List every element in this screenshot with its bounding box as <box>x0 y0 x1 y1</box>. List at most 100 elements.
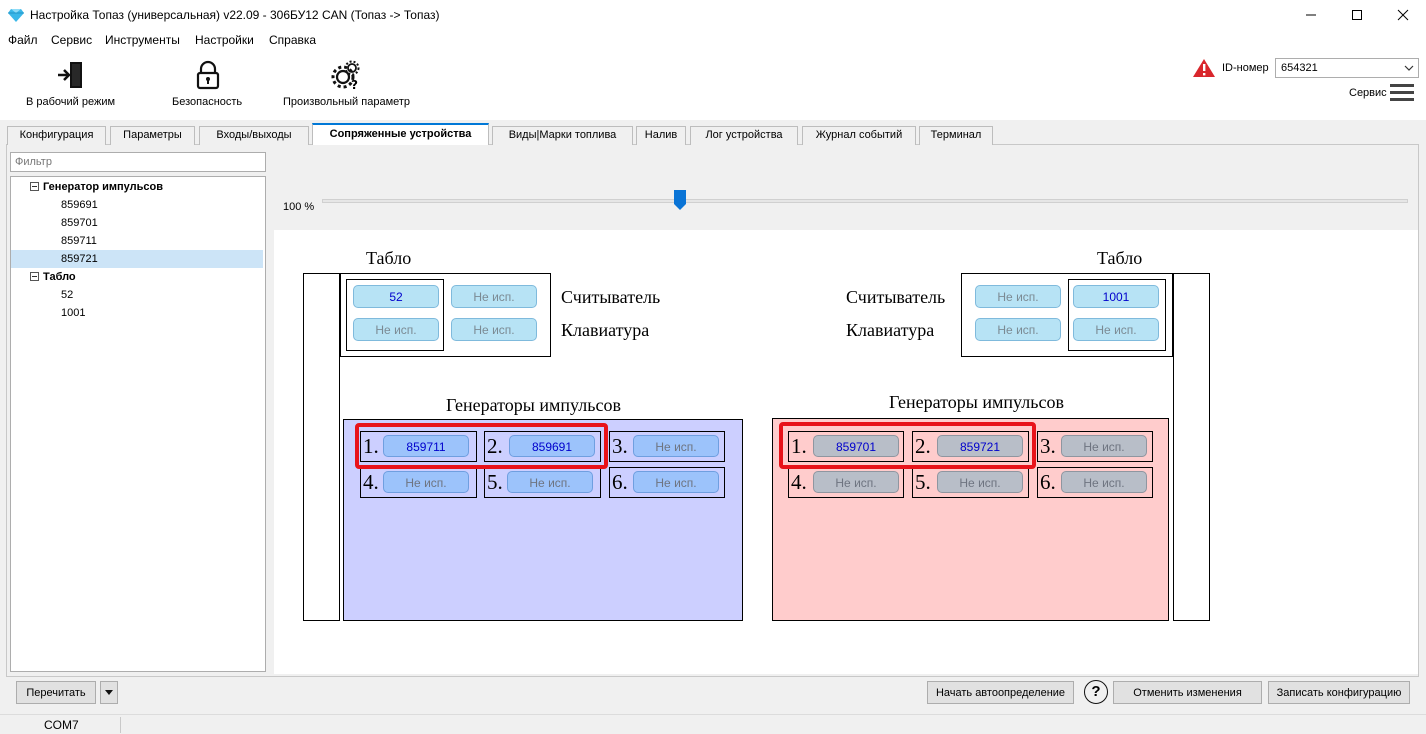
slot-field[interactable]: Не исп. <box>1061 471 1147 493</box>
tree-item[interactable]: 52 <box>11 286 263 304</box>
maximize-button[interactable] <box>1334 0 1380 30</box>
right-keyboard-field-1[interactable]: Не исп. <box>975 318 1061 341</box>
zoom-slider-track[interactable] <box>322 199 1408 203</box>
autodetect-button[interactable]: Начать автоопределение <box>927 681 1074 704</box>
tree-group-tablo[interactable]: Табло <box>11 268 263 286</box>
right-reader-field-1[interactable]: Не исп. <box>975 285 1061 308</box>
filter-input[interactable]: Фильтр <box>10 152 266 172</box>
slot-number: 4. <box>363 470 379 494</box>
left-slot-3: 3. Не исп. <box>609 431 725 462</box>
right-slot-5: 5. Не исп. <box>912 467 1029 498</box>
tab-filling[interactable]: Налив <box>636 126 686 145</box>
left-highlight-frame <box>355 423 608 469</box>
tree-item[interactable]: 859711 <box>11 232 263 250</box>
slot-field[interactable]: Не исп. <box>507 471 593 493</box>
security-button[interactable]: Безопасность <box>165 50 250 118</box>
menu-bar: Файл Сервис Инструменты Настройки Справк… <box>0 30 1426 50</box>
menu-settings[interactable]: Настройки <box>195 33 254 47</box>
left-keyboard-field-1[interactable]: Не исп. <box>353 318 439 341</box>
id-number-label: ID-номер <box>1222 62 1269 74</box>
status-separator <box>120 717 121 733</box>
tree-item-label: 859711 <box>61 235 97 247</box>
zoom-label: 100 % <box>283 201 315 213</box>
tab-inputs-outputs[interactable]: Входы/выходы <box>199 126 309 145</box>
svg-text:?: ? <box>351 78 358 90</box>
tree-item-label: 859701 <box>61 217 98 229</box>
left-slot-6: 6. Не исп. <box>609 467 725 498</box>
custom-param-button[interactable]: ? Произвольный параметр <box>280 50 412 118</box>
slot-field[interactable]: Не исп. <box>1061 435 1147 457</box>
status-port: COM7 <box>44 718 79 732</box>
right-slot-4: 4. Не исп. <box>788 467 904 498</box>
right-slot-3: 3. Не исп. <box>1037 431 1153 462</box>
write-config-button[interactable]: Записать конфигурацию <box>1268 681 1410 704</box>
left-tablo-title: Табло <box>366 248 412 268</box>
reread-dropdown-button[interactable] <box>100 681 118 704</box>
tree-item[interactable]: 859691 <box>11 196 263 214</box>
menu-help[interactable]: Справка <box>269 33 316 47</box>
menu-service[interactable]: Сервис <box>51 33 92 47</box>
left-device-bar <box>303 273 340 621</box>
tab-terminal[interactable]: Терминал <box>919 126 993 145</box>
help-icon[interactable]: ? <box>1084 680 1108 704</box>
slot-number: 6. <box>612 470 628 494</box>
left-reader-field-2[interactable]: Не исп. <box>451 285 537 308</box>
triangle-down-icon <box>105 690 113 695</box>
left-reader-field-1[interactable]: 52 <box>353 285 439 308</box>
tab-configuration[interactable]: Конфигурация <box>7 126 106 145</box>
slot-number: 5. <box>915 470 931 494</box>
tree-item[interactable]: 859701 <box>11 214 263 232</box>
service-label: Сервис <box>1349 87 1387 99</box>
right-reader-label: Считыватель <box>846 287 946 307</box>
minimize-button[interactable] <box>1288 0 1334 30</box>
tree-group-pulse-generator[interactable]: Генератор импульсов <box>11 178 263 196</box>
maximize-icon <box>1352 10 1362 20</box>
work-mode-label: В рабочий режим <box>26 96 116 108</box>
right-tablo-title: Табло <box>1097 248 1143 268</box>
right-reader-field-2[interactable]: 1001 <box>1073 285 1159 308</box>
id-number-value: 654321 <box>1281 62 1318 74</box>
tree-item-label: 859691 <box>61 199 98 211</box>
zoom-slider-thumb[interactable] <box>674 190 687 210</box>
cancel-changes-button[interactable]: Отменить изменения <box>1113 681 1262 704</box>
menu-tools[interactable]: Инструменты <box>105 33 180 47</box>
exit-door-icon <box>58 62 82 88</box>
collapse-icon[interactable] <box>30 182 39 191</box>
slot-field[interactable]: Не исп. <box>633 435 719 457</box>
slot-field[interactable]: Не исп. <box>383 471 469 493</box>
tree-item-label: 1001 <box>61 307 86 319</box>
work-mode-button[interactable]: В рабочий режим <box>20 50 120 118</box>
tab-paired-devices[interactable]: Сопряженные устройства <box>312 123 489 145</box>
hamburger-menu-icon[interactable] <box>1389 82 1415 104</box>
custom-param-label: Произвольный параметр <box>283 96 411 108</box>
slot-field[interactable]: Не исп. <box>937 471 1023 493</box>
reread-button[interactable]: Перечитать <box>16 681 96 704</box>
menu-file[interactable]: Файл <box>8 33 38 47</box>
right-keyboard-field-2[interactable]: Не исп. <box>1073 318 1159 341</box>
right-device-bar <box>1173 273 1210 621</box>
close-button[interactable] <box>1380 0 1426 30</box>
right-generators-title: Генераторы импульсов <box>889 392 1064 412</box>
minimize-icon <box>1306 14 1316 16</box>
chevron-down-icon <box>1404 65 1414 71</box>
slot-field[interactable]: Не исп. <box>813 471 899 493</box>
tab-fuel-types[interactable]: Виды|Марки топлива <box>492 126 633 145</box>
tab-parameters[interactable]: Параметры <box>110 126 195 145</box>
slot-field[interactable]: Не исп. <box>633 471 719 493</box>
right-highlight-frame <box>779 422 1036 469</box>
tree-item-label: 859721 <box>61 253 98 265</box>
device-tree[interactable]: Генератор импульсов 859691 859701 859711… <box>10 176 266 672</box>
id-number-select[interactable]: 654321 <box>1275 58 1419 78</box>
left-slot-4: 4. Не исп. <box>360 467 477 498</box>
tab-event-journal[interactable]: Журнал событий <box>802 126 916 145</box>
left-keyboard-field-2[interactable]: Не исп. <box>451 318 537 341</box>
slot-number: 4. <box>791 470 807 494</box>
tab-device-log[interactable]: Лог устройства <box>690 126 798 145</box>
warning-icon <box>1193 59 1215 77</box>
tree-item-selected[interactable]: 859721 <box>11 250 263 268</box>
close-icon <box>1397 9 1409 21</box>
left-slot-5: 5. Не исп. <box>484 467 601 498</box>
left-reader-label: Считыватель <box>561 287 661 307</box>
tree-item[interactable]: 1001 <box>11 304 263 322</box>
collapse-icon[interactable] <box>30 272 39 281</box>
